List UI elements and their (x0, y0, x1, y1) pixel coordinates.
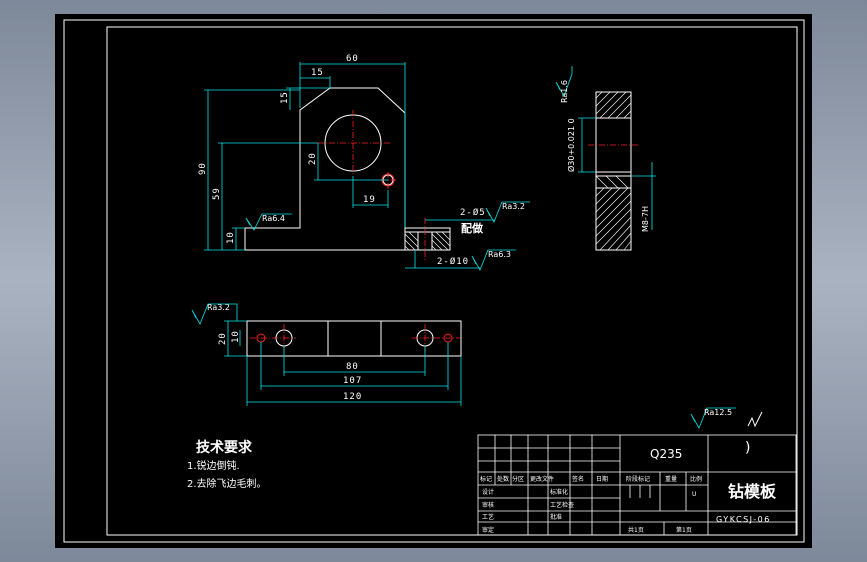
tb-tech-label: 工艺检查 (550, 501, 574, 509)
tb-role-approve: 审定 (482, 526, 494, 534)
foot-hatch (404, 231, 451, 251)
roughness-base-text: Ra6.4 (262, 214, 285, 223)
roughness-side-text: Ra1.6 (560, 80, 569, 103)
general-roughness-text: Ra12.5 (704, 408, 732, 417)
tb-label-mark: 标记 (480, 475, 492, 483)
thread-callout: M8-7H (641, 206, 650, 232)
dim-19-text: 19 (363, 195, 376, 205)
general-roughness-paren: ) (745, 440, 750, 456)
side-hatch-top (595, 91, 632, 119)
material-text: Q235 (650, 447, 682, 461)
tech-req-item-1: 1.锐边倒钝. (187, 459, 240, 472)
tb-sheet-no: 第1页 (676, 526, 692, 534)
tech-req-heading: 技术要求 (196, 439, 253, 456)
tb-role-review: 审核 (482, 501, 494, 509)
tb-stage-label: 阶段标记 (626, 475, 650, 483)
dim-10-text: 10 (226, 231, 236, 244)
top-view (191, 303, 462, 406)
dim-15-side-text: 15 (280, 91, 290, 104)
tb-std-label: 标准化 (550, 488, 568, 496)
front-view (204, 62, 530, 271)
side-hatch-mid (595, 175, 629, 189)
tb-label-sign: 签名 (572, 475, 584, 483)
tb-role-process: 工艺 (482, 513, 494, 521)
tb-label-change: 更改文件 (530, 475, 554, 483)
general-roughness-check (747, 411, 763, 428)
tech-req-item-2: 2.去除飞边毛刺。 (187, 477, 267, 490)
roughness-pin-text: Ra3.2 (502, 202, 525, 211)
dim-10-top-text: 10 (231, 330, 241, 343)
dim-60-text: 60 (346, 54, 359, 64)
pin-hole-callout: 2-Ø5 (460, 207, 486, 218)
tb-weight-label: 重量 (665, 475, 677, 483)
dim-59-text: 59 (212, 187, 222, 200)
dim-90-text: 90 (198, 162, 208, 175)
tb-approve-label: 批准 (550, 513, 562, 521)
bolt-hole-callout: 2-Ø10 (437, 256, 469, 267)
part-name: 钻模板 (728, 482, 777, 501)
match-drill-note: 配做 (461, 221, 484, 235)
outer-border (63, 19, 805, 543)
top-outline (246, 320, 462, 357)
tb-label-zone: 分区 (512, 475, 524, 483)
tb-stage-u: U (692, 491, 696, 498)
roughness-foot-text: Ra6.3 (488, 250, 511, 259)
dim-20-text: 20 (308, 152, 318, 165)
drawing-code: GYKCSJ-06 (716, 515, 771, 524)
front-outline (244, 87, 406, 251)
tb-role-design: 设计 (482, 488, 494, 496)
dim-107-text: 107 (343, 376, 362, 386)
side-hatch-bottom (595, 187, 632, 251)
inner-border (106, 26, 798, 536)
roughness-top-text: Ra3.2 (207, 303, 230, 312)
dim-15-top-text: 15 (311, 68, 324, 78)
bore-callout: Ø30+0.021 0 (566, 118, 576, 172)
dim-120-text: 120 (343, 392, 362, 402)
tb-label-count: 处数 (497, 475, 509, 483)
tb-sheet-total: 共1页 (628, 526, 644, 534)
dim-20-top-text: 20 (218, 332, 228, 345)
tb-label-date: 日期 (596, 475, 608, 483)
dim-80-text: 80 (346, 362, 359, 372)
cad-drawing: 60 15 15 90 59 10 20 19 Ra6.4 Ra3.2 Ra6.… (63, 19, 805, 543)
tb-scale-label: 比例 (690, 475, 702, 483)
